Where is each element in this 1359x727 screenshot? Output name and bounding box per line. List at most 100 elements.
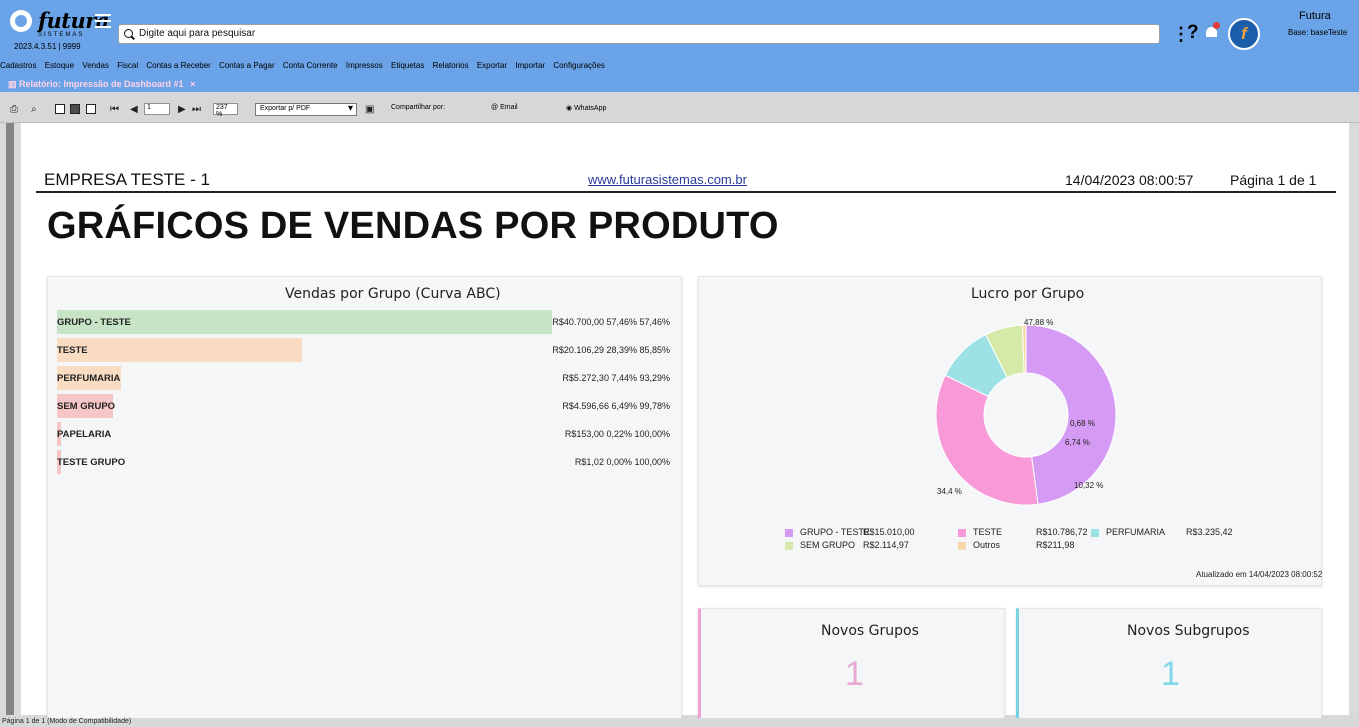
legend-swatch <box>785 542 793 550</box>
menu-item[interactable]: Exportar <box>477 61 507 70</box>
tab-report[interactable]: ▥ Relatório: Impressão de Dashboard #1 × <box>8 79 195 90</box>
search-placeholder: Digite aqui para pesquisar <box>139 28 256 39</box>
user-name: Futura <box>1299 10 1331 22</box>
email-icon: @ <box>491 104 501 111</box>
menu-item[interactable]: Etiquetas <box>391 61 424 70</box>
previous-page-icon[interactable]: ◀ <box>130 104 138 115</box>
report-date: 14/04/2023 08:00:57 <box>1065 172 1194 188</box>
whatsapp-icon: ◉ <box>566 105 575 112</box>
abc-bar <box>57 338 302 362</box>
view-grid-icon[interactable] <box>86 104 96 114</box>
menu-item[interactable]: Conta Corrente <box>283 61 338 70</box>
menu-item[interactable]: Cadastros <box>0 61 36 70</box>
page-number: Página 1 de 1 <box>1230 172 1317 188</box>
abc-bar-label: PERFUMARIA <box>57 373 121 384</box>
legend-swatch <box>958 542 966 550</box>
abc-bar <box>57 310 552 334</box>
legend-label: Outros <box>973 540 1001 550</box>
version-label: 2023.4.3.51 | 9999 <box>14 42 81 51</box>
menu-list-icon[interactable] <box>95 14 111 28</box>
menu-item[interactable]: Estoque <box>45 61 74 70</box>
legend-value: R$10.786,72 <box>1036 527 1088 537</box>
view-fit-icon[interactable] <box>70 104 80 114</box>
legend-label: GRUPO - TESTE <box>800 527 870 537</box>
abc-bar-label: GRUPO - TESTE <box>57 317 131 328</box>
menu-item[interactable]: Contas a Receber <box>146 61 210 70</box>
abc-bar-values: R$20.106,29 28,39% 85,85% <box>552 345 670 355</box>
first-page-icon[interactable]: ⏮ <box>110 104 119 115</box>
legend-swatch <box>958 529 966 537</box>
donut-percent-label: 34,4 % <box>937 487 962 496</box>
legend-label: TESTE <box>973 527 1003 537</box>
abc-bar-values: R$40.700,00 57,46% 57,46% <box>552 317 670 327</box>
donut-percent-label: 0,68 % <box>1070 419 1095 428</box>
legend-value: R$211,98 <box>1036 540 1075 550</box>
abc-bar-label: PAPELARIA <box>57 429 112 440</box>
profit-chart-title: Lucro por Grupo <box>971 286 1085 302</box>
email-label: Email <box>500 104 518 111</box>
abc-bar-values: R$153,00 0,22% 100,00% <box>564 429 670 439</box>
export-select-value: Exportar p/ PDF <box>260 105 311 112</box>
legend-value: R$2.114,97 <box>863 540 909 550</box>
company-name: EMPRESA TESTE - 1 <box>44 170 210 189</box>
menu-item[interactable]: Fiscal <box>117 61 138 70</box>
abc-bar-values: R$5.272,30 7,44% 93,29% <box>562 373 670 383</box>
export-select[interactable]: Exportar p/ PDF <box>255 103 357 116</box>
page-number-input[interactable]: 1 <box>144 103 170 115</box>
menu-item[interactable]: Importar <box>515 61 545 70</box>
report-toolbar <box>0 93 1359 123</box>
legend-swatch <box>1091 529 1099 537</box>
tab-report-label: Relatório: Impressão de Dashboard #1 <box>19 79 184 89</box>
next-page-icon[interactable]: ▶ <box>178 104 186 115</box>
email-share-button[interactable]: @ Email <box>491 104 518 111</box>
search-icon <box>124 29 133 38</box>
donut-slice <box>1025 324 1117 505</box>
print-icon[interactable]: ⎙ <box>10 104 18 115</box>
chart-tab-icon: ▥ <box>8 79 20 89</box>
menu-item[interactable]: Contas a Pagar <box>219 61 275 70</box>
menu-item[interactable]: Vendas <box>82 61 109 70</box>
close-tab-icon[interactable]: × <box>190 79 195 89</box>
report-title: GRÁFICOS DE VENDAS POR PRODUTO <box>47 205 779 247</box>
help-icon[interactable]: ? <box>1187 22 1199 44</box>
abc-bar-values: R$1,02 0,00% 100,00% <box>574 457 670 467</box>
legend-value: R$15.010,00 <box>863 527 915 537</box>
status-bar: Página 1 de 1 (Modo de Compatibilidade) <box>0 718 1359 727</box>
abc-bar-label: TESTE GRUPO <box>57 457 126 468</box>
abc-chart-title: Vendas por Grupo (Curva ABC) <box>285 286 501 302</box>
search-input[interactable]: Digite aqui para pesquisar <box>118 24 1160 44</box>
abc-bar-label: TESTE <box>57 345 88 356</box>
menu-item[interactable]: Impressos <box>346 61 383 70</box>
new-subgroups-title: Novos Subgrupos <box>1127 623 1250 639</box>
menu-item[interactable]: Configurações <box>553 61 605 70</box>
abc-bar-values: R$4.596,66 6,49% 99,78% <box>562 401 670 411</box>
new-groups-title: Novos Grupos <box>821 623 919 639</box>
legend-value: R$3.235,42 <box>1186 527 1233 537</box>
whatsapp-share-button[interactable]: ◉ WhatsApp <box>566 104 606 112</box>
legend-label: SEM GRUPO <box>800 540 856 550</box>
view-single-icon[interactable] <box>55 104 65 114</box>
share-label: Compartilhar por: <box>391 104 446 111</box>
menu-item[interactable]: Relatorios <box>433 61 469 70</box>
zoom-icon[interactable]: ⌕ <box>31 104 37 115</box>
legend-swatch <box>785 529 793 537</box>
brand-subtitle: SISTEMAS <box>38 32 85 38</box>
abc-bar-label: SEM GRUPO <box>57 401 116 412</box>
updated-text: Atualizado em 14/04/2023 08:00:52 <box>1196 570 1323 579</box>
futura-logo-icon <box>10 10 32 32</box>
website-link[interactable]: www.futurasistemas.com.br <box>588 172 747 187</box>
donut-percent-label: 6,74 % <box>1065 438 1090 447</box>
user-avatar[interactable]: f <box>1228 18 1260 50</box>
main-menu: Cadastros Estoque Vendas Fiscal Contas a… <box>0 61 760 73</box>
donut-percent-label: 47,88 % <box>1024 318 1054 327</box>
base-name: Base: baseTeste <box>1288 28 1348 37</box>
header-divider <box>36 191 1336 193</box>
left-page-gutter <box>6 123 14 715</box>
zoom-input[interactable]: 237 % <box>213 103 238 118</box>
save-icon[interactable]: ▣ <box>365 104 374 115</box>
notification-bell-icon[interactable] <box>1206 22 1220 37</box>
last-page-icon[interactable]: ⏭ <box>192 104 201 115</box>
donut-percent-label: 10,32 % <box>1074 481 1104 490</box>
legend-label: PERFUMARIA <box>1106 527 1166 537</box>
whatsapp-label: WhatsApp <box>574 105 607 112</box>
